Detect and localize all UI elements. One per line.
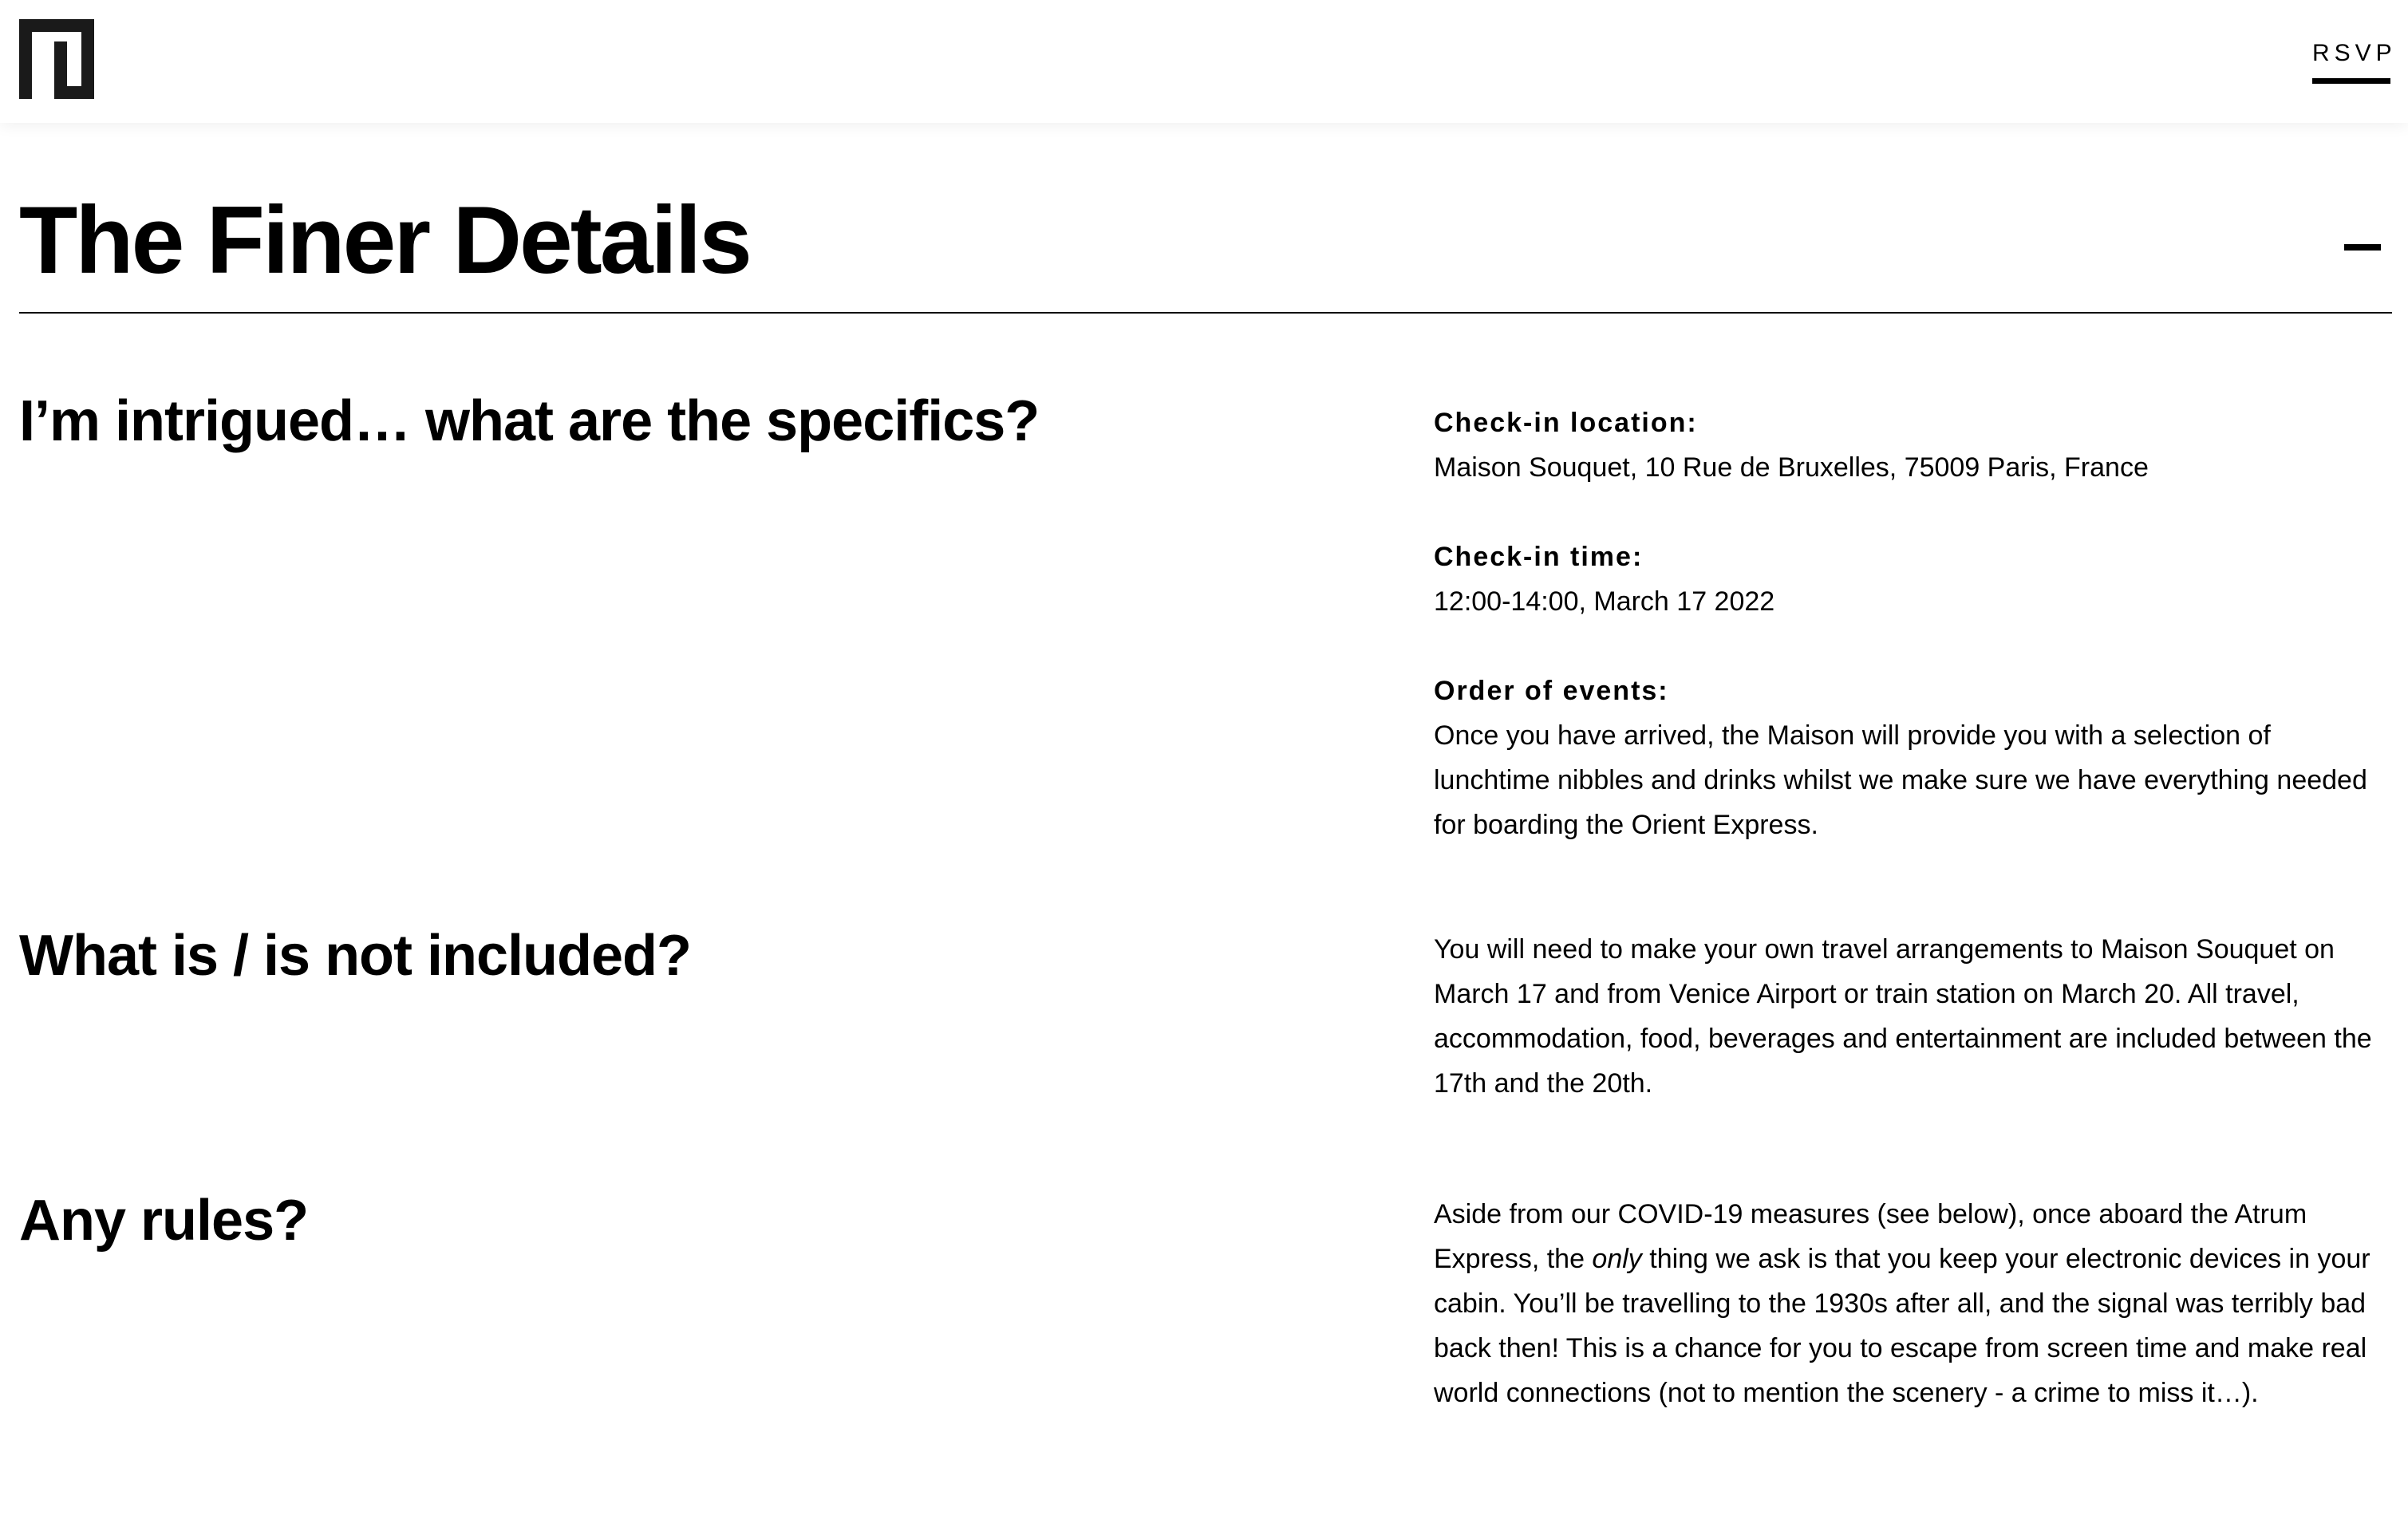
rules-body: Aside from our COVID-19 measures (see be…: [1434, 1192, 2392, 1415]
rules-heading: Any rules?: [19, 1189, 309, 1253]
order-of-events-value: Once you have arrived, the Maison will p…: [1434, 720, 2367, 840]
top-navigation-bar: RSVP: [0, 0, 2408, 123]
checkin-location-group: Check-in location: Maison Souquet, 10 Ru…: [1434, 400, 2392, 490]
rsvp-link[interactable]: RSVP: [2312, 40, 2392, 84]
included-heading: What is / is not included?: [19, 924, 692, 988]
specifics-heading: I’m intrigued… what are the specifics?: [19, 389, 1040, 453]
logo-icon[interactable]: [19, 19, 94, 99]
order-of-events-group: Order of events: Once you have arrived, …: [1434, 669, 2392, 847]
included-body: You will need to make your own travel ar…: [1434, 934, 2372, 1099]
checkin-location-label: Check-in location:: [1434, 408, 1698, 438]
finer-details-header[interactable]: The Finer Details: [19, 188, 2392, 314]
checkin-time-group: Check-in time: 12:00-14:00, March 17 202…: [1434, 535, 2392, 624]
minus-icon: [2344, 244, 2381, 251]
collapse-button[interactable]: [2344, 227, 2384, 266]
order-of-events-label: Order of events:: [1434, 676, 1669, 706]
rules-body-emphasis: only: [1592, 1244, 1642, 1274]
checkin-time-label: Check-in time:: [1434, 542, 1644, 572]
checkin-time-value: 12:00-14:00, March 17 2022: [1434, 586, 1775, 617]
checkin-location-value: Maison Souquet, 10 Rue de Bruxelles, 750…: [1434, 452, 2149, 483]
page-title: The Finer Details: [19, 187, 752, 294]
specifics-content: Check-in location: Maison Souquet, 10 Ru…: [1434, 400, 2392, 892]
